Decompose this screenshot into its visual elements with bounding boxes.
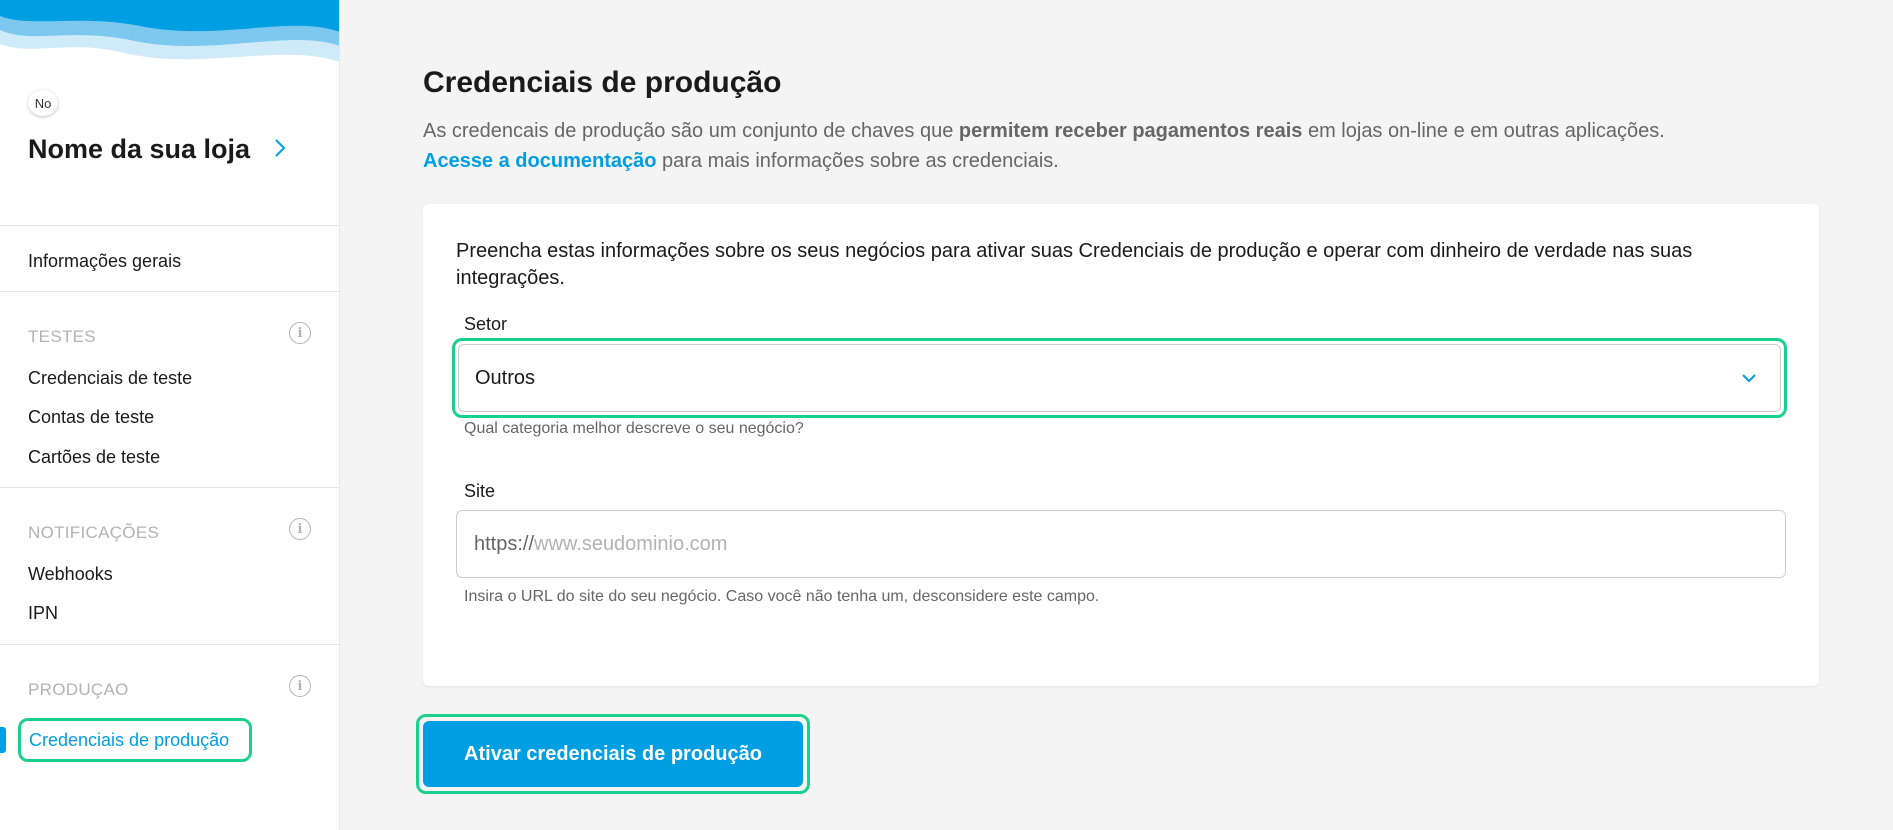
site-prefix: https:// — [474, 532, 535, 555]
sidebar-item-test-cards[interactable]: Cartões de teste — [28, 447, 160, 468]
header-wave-decoration — [0, 0, 339, 62]
production-form-card: Preencha estas informações sobre os seus… — [423, 204, 1819, 686]
description-text: As credencais de produção são um conjunt… — [423, 120, 959, 142]
sidebar-item-test-credentials[interactable]: Credenciais de teste — [28, 368, 192, 389]
store-name[interactable]: Nome da sua loja — [28, 134, 250, 165]
chevron-down-icon[interactable] — [1740, 369, 1758, 387]
site-help-text: Insira o URL do site do seu negócio. Cas… — [464, 588, 1100, 605]
site-input-wrapper[interactable]: https:// — [456, 510, 1786, 578]
sidebar-item-production-credentials[interactable]: Credenciais de produção — [18, 718, 252, 762]
sidebar-item-ipn[interactable]: IPN — [28, 603, 58, 624]
sector-help-text: Qual categoria melhor descreve o seu neg… — [464, 420, 804, 437]
divider — [0, 225, 339, 226]
section-title-producao: PRODUÇAO — [28, 680, 129, 699]
description-bold: permitem receber pagamentos reais — [958, 120, 1303, 142]
divider — [0, 291, 339, 292]
form-intro: Preencha estas informações sobre os seus… — [456, 240, 1693, 289]
sector-select-value: Outros — [475, 367, 536, 389]
section-title-notificacoes: NOTIFICAÇÕES — [28, 523, 160, 542]
info-icon[interactable]: i — [289, 322, 311, 344]
active-indicator — [0, 727, 6, 753]
divider — [0, 644, 339, 645]
sidebar-item-test-accounts[interactable]: Contas de teste — [28, 407, 154, 428]
chevron-right-icon[interactable] — [272, 136, 292, 160]
info-icon[interactable]: i — [289, 518, 311, 540]
divider — [0, 487, 339, 488]
activate-production-credentials-button[interactable]: Ativar credenciais de produção — [423, 721, 803, 787]
site-label: Site — [464, 481, 496, 501]
documentation-link[interactable]: Acesse a documentação — [423, 150, 656, 172]
description-text: em lojas on-line e em outras aplicações. — [1302, 120, 1665, 142]
sidebar: No Nome da sua loja Informações gerais T… — [0, 0, 340, 830]
sidebar-item-general-info[interactable]: Informações gerais — [28, 251, 181, 272]
sidebar-item-webhooks[interactable]: Webhooks — [28, 564, 113, 585]
page-title: Credenciais de produção — [423, 66, 782, 99]
sector-select[interactable]: Outros — [458, 344, 1781, 412]
info-icon[interactable]: i — [289, 675, 311, 697]
page-description: As credencais de produção são um conjunt… — [423, 116, 1843, 176]
sector-label: Setor — [464, 314, 508, 334]
store-avatar[interactable]: No — [28, 90, 58, 116]
site-input[interactable] — [534, 532, 1635, 556]
description-text: para mais informações sobre as credencia… — [656, 150, 1059, 172]
section-title-testes: TESTES — [28, 327, 96, 346]
